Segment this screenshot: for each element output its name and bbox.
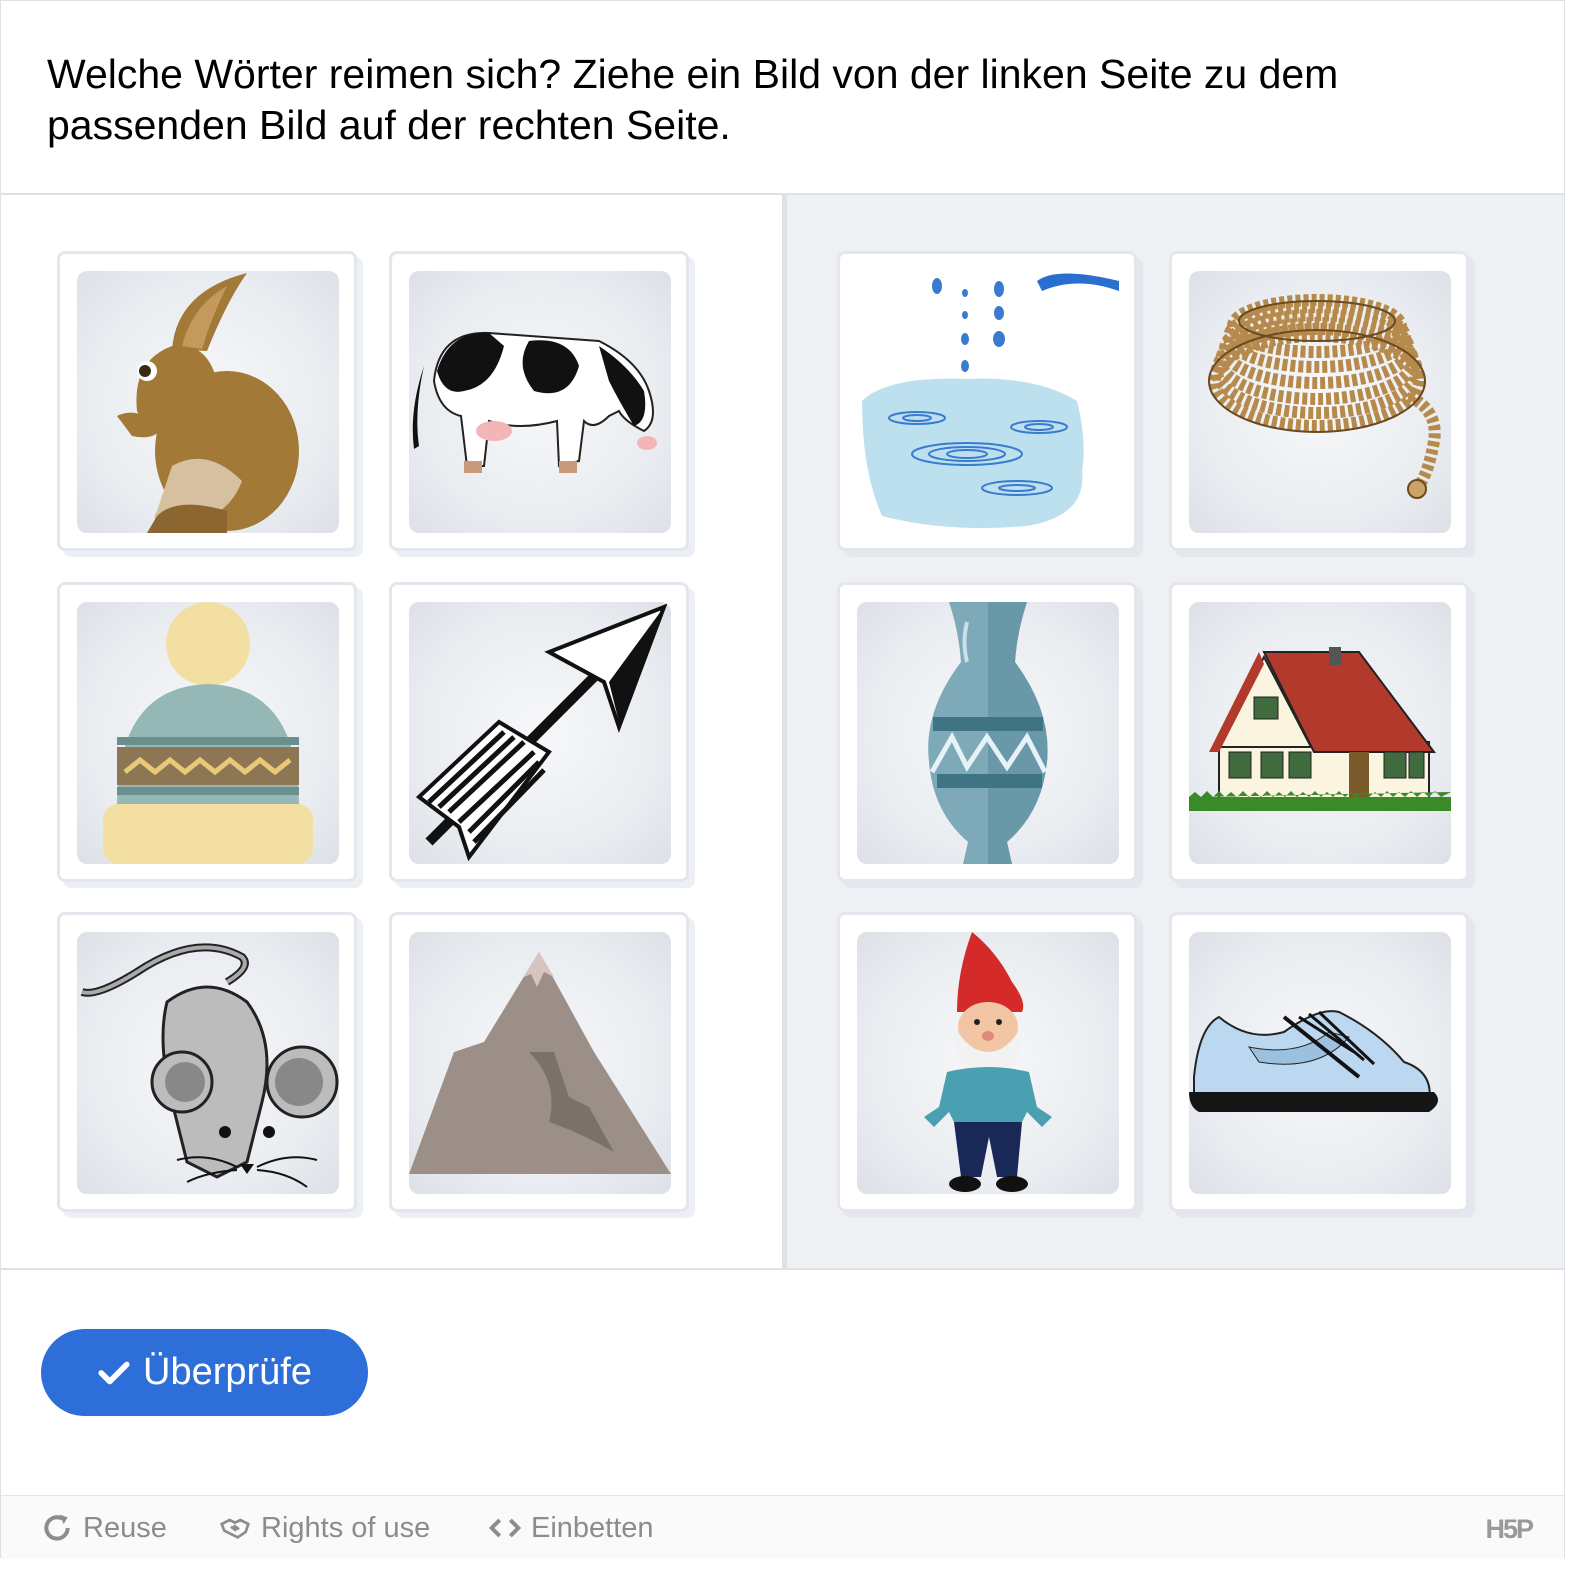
task-text: Welche Wörter reimen sich? Ziehe ein Bil… [47, 51, 1339, 148]
draggable-card-mouse[interactable] [57, 912, 357, 1212]
dropzone-card-gnome[interactable] [837, 912, 1137, 1212]
cow-icon [409, 271, 671, 533]
check-button-label: Überprüfe [143, 1351, 312, 1393]
check-button[interactable]: Überprüfe [41, 1329, 368, 1416]
draggable-card-beanie[interactable] [57, 582, 357, 882]
reuse-button[interactable]: Reuse [41, 1510, 167, 1546]
task-description: Welche Wörter reimen sich? Ziehe ein Bil… [1, 1, 1564, 195]
sneaker-icon [1189, 932, 1451, 1194]
draggable-card-rabbit[interactable] [57, 251, 357, 551]
rights-of-use-button[interactable]: Rights of use [219, 1510, 430, 1546]
dropzone-card-puddle[interactable] [837, 251, 1137, 551]
dropzone-card-vase[interactable] [837, 582, 1137, 882]
handshake-icon [219, 1518, 250, 1539]
house-icon [1189, 602, 1451, 864]
dropzones-area [787, 195, 1564, 1270]
h5p-actions-bar: Reuse Rights of use Einbetten H5P [1, 1495, 1564, 1559]
arrow-icon [409, 602, 671, 864]
h5p-logo[interactable]: H5P [1485, 1514, 1534, 1545]
checkmark-icon [98, 1361, 130, 1384]
draggables-zone [1, 195, 782, 1270]
puddle-icon [857, 271, 1119, 533]
mountain-icon [409, 932, 671, 1194]
refresh-icon [44, 1514, 70, 1541]
rabbit-icon [77, 271, 339, 533]
dropzone-card-sneaker[interactable] [1169, 912, 1469, 1212]
dropzone-card-rope[interactable] [1169, 251, 1469, 551]
h5p-content: Welche Wörter reimen sich? Ziehe ein Bil… [0, 0, 1565, 1559]
beanie-hat-icon [77, 602, 339, 864]
dropzone-card-house[interactable] [1169, 582, 1469, 882]
mouse-icon [77, 932, 339, 1194]
reuse-label: Reuse [83, 1511, 167, 1544]
code-icon [489, 1518, 521, 1538]
rights-of-use-label: Rights of use [261, 1511, 431, 1544]
draggable-card-mountain[interactable] [389, 912, 689, 1212]
rope-icon [1189, 271, 1451, 533]
embed-label: Einbetten [531, 1511, 654, 1544]
vase-icon [857, 602, 1119, 864]
garden-gnome-icon [857, 932, 1119, 1194]
embed-button[interactable]: Einbetten [489, 1510, 654, 1546]
zone-bottom-border [1, 1268, 1564, 1270]
draggable-card-cow[interactable] [389, 251, 689, 551]
draggable-card-arrow[interactable] [389, 582, 689, 882]
